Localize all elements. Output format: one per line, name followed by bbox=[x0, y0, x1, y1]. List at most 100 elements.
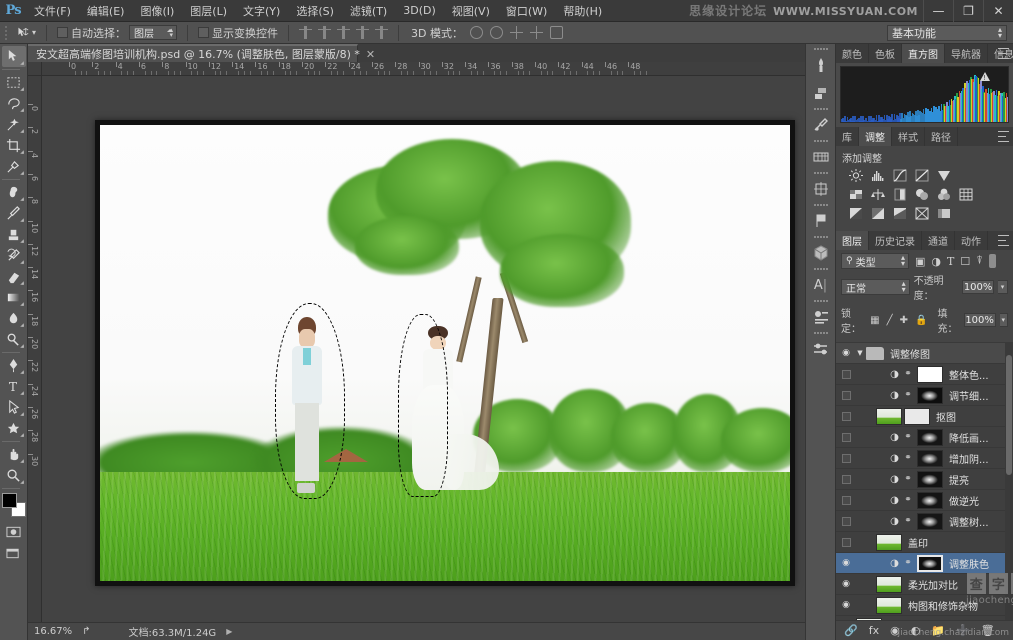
layer-row[interactable]: ◑ ⚭ 提亮 bbox=[836, 469, 1013, 490]
layer-row[interactable]: ◉ ▼ 调整修图 bbox=[836, 343, 1013, 364]
layer-visibility-checkbox[interactable] bbox=[841, 453, 851, 463]
rotate-3d-icon[interactable] bbox=[469, 26, 483, 39]
layer-style-icon[interactable]: fx bbox=[869, 624, 879, 637]
channel-mixer-icon[interactable] bbox=[935, 187, 952, 202]
layer-mask-thumbnail[interactable] bbox=[917, 512, 943, 530]
mask-link-icon[interactable]: ⚭ bbox=[901, 558, 915, 568]
layer-visibility-checkbox[interactable] bbox=[841, 432, 851, 442]
brush-tool[interactable] bbox=[2, 203, 26, 224]
tab-layers-2[interactable]: 通道 bbox=[922, 231, 955, 250]
color-lookup-icon[interactable] bbox=[957, 187, 974, 202]
tool-presets-icon[interactable] bbox=[808, 112, 834, 138]
layer-row[interactable]: ◉ 构图和修饰杂物 bbox=[836, 595, 1013, 616]
photo-filter-icon[interactable] bbox=[913, 187, 930, 202]
blend-mode-dropdown[interactable]: 正常 ▴ ▾ bbox=[841, 279, 910, 295]
history-brush-tool[interactable] bbox=[2, 245, 26, 266]
layer-name[interactable]: 构图和修饰杂物 bbox=[902, 598, 978, 613]
three-d-panel-icon[interactable] bbox=[808, 240, 834, 266]
mask-link-icon[interactable]: ⚭ bbox=[901, 474, 915, 484]
mask-link-icon[interactable]: ⚭ bbox=[901, 390, 915, 400]
layer-visibility-icon[interactable]: ◉ bbox=[838, 558, 854, 568]
align-horizontal-centers-icon[interactable] bbox=[318, 26, 332, 39]
histogram-graph[interactable] bbox=[840, 66, 1009, 123]
layer-visibility-checkbox[interactable] bbox=[841, 390, 851, 400]
layer-visibility-toggle[interactable] bbox=[838, 369, 854, 379]
vibrance-icon[interactable] bbox=[935, 168, 952, 183]
quick-selection-tool[interactable] bbox=[2, 114, 26, 135]
menu-item-8[interactable]: 视图(V) bbox=[444, 0, 498, 22]
lasso-tool[interactable] bbox=[2, 93, 26, 114]
align-vertical-centers-icon[interactable] bbox=[375, 26, 389, 39]
mask-link-icon[interactable]: ⚭ bbox=[901, 369, 915, 379]
layer-thumbnail[interactable] bbox=[876, 596, 902, 614]
lock-image-icon[interactable]: ╱ bbox=[887, 315, 893, 326]
layer-thumbnail[interactable] bbox=[876, 575, 902, 593]
color-balance-icon[interactable] bbox=[869, 187, 886, 202]
layer-visibility-checkbox[interactable] bbox=[841, 495, 851, 505]
close-button[interactable]: ✕ bbox=[983, 0, 1013, 22]
group-expand-icon[interactable]: ▼ bbox=[854, 349, 866, 357]
filter-enable-toggle[interactable] bbox=[988, 254, 996, 268]
opacity-value[interactable]: 100% bbox=[962, 280, 995, 294]
pen-tool[interactable] bbox=[2, 355, 26, 376]
current-tool-indicator[interactable]: ▾ bbox=[10, 26, 42, 39]
measurement-icon[interactable] bbox=[808, 176, 834, 202]
link-layers-icon[interactable]: 🔗 bbox=[844, 624, 858, 637]
zoom-tool[interactable] bbox=[2, 465, 26, 486]
layer-name[interactable]: 提亮 bbox=[943, 472, 969, 487]
adjustment-layer-thumb[interactable]: ◑ bbox=[888, 516, 901, 527]
dodge-tool[interactable] bbox=[2, 329, 26, 350]
blur-tool[interactable] bbox=[2, 308, 26, 329]
share-icon[interactable]: ↱ bbox=[82, 626, 90, 637]
layer-name[interactable]: 增加阴... bbox=[943, 451, 989, 466]
screen-mode-icon[interactable] bbox=[2, 542, 26, 563]
layer-filter-dropdown[interactable]: ⚲ 类型 ▴ ▾ bbox=[841, 253, 909, 269]
tab-adjustments-1[interactable]: 调整 bbox=[859, 127, 892, 146]
layer-name[interactable]: 调整肤色 bbox=[943, 556, 989, 571]
menu-item-7[interactable]: 3D(D) bbox=[395, 1, 444, 20]
scale-3d-icon[interactable] bbox=[549, 26, 563, 39]
brightness-contrast-icon[interactable] bbox=[847, 168, 864, 183]
layer-visibility-toggle[interactable] bbox=[838, 432, 854, 442]
fill-stepper-icon[interactable]: ▾ bbox=[999, 313, 1008, 327]
hue-saturation-icon[interactable] bbox=[847, 187, 864, 202]
layer-name[interactable]: 降低画... bbox=[943, 430, 989, 445]
auto-select-control[interactable]: 自动选择： 图层 ▴ ▾ bbox=[51, 25, 183, 41]
layer-name[interactable]: 调整树... bbox=[943, 514, 989, 529]
layer-row[interactable]: ◉ 柔光加对比 bbox=[836, 574, 1013, 595]
marquee-tool[interactable] bbox=[2, 72, 26, 93]
properties-panel-icon[interactable] bbox=[808, 304, 834, 330]
layer-mask-thumbnail[interactable] bbox=[917, 554, 943, 572]
mask-link-icon[interactable]: ⚭ bbox=[901, 495, 915, 505]
curves-icon[interactable] bbox=[891, 168, 908, 183]
layer-row[interactable]: ◑ ⚭ 调节细... bbox=[836, 385, 1013, 406]
character-panel-icon[interactable]: A | bbox=[808, 272, 834, 298]
hand-tool[interactable] bbox=[2, 444, 26, 465]
layer-thumbnail[interactable] bbox=[856, 617, 882, 620]
clone-source-icon[interactable] bbox=[808, 80, 834, 106]
layer-visibility-toggle[interactable] bbox=[838, 474, 854, 484]
layer-visibility-toggle[interactable] bbox=[838, 516, 854, 526]
menu-item-9[interactable]: 窗口(W) bbox=[498, 0, 555, 22]
opacity-stepper-icon[interactable]: ▾ bbox=[998, 280, 1008, 294]
menu-item-0[interactable]: 文件(F) bbox=[26, 0, 79, 22]
layer-visibility-icon[interactable]: ◉ bbox=[838, 348, 854, 358]
crop-tool[interactable] bbox=[2, 135, 26, 156]
minimize-button[interactable]: — bbox=[923, 0, 953, 22]
document-tab-close-icon[interactable]: ✕ bbox=[366, 48, 375, 61]
maximize-button[interactable]: ❐ bbox=[953, 0, 983, 22]
adjustment-layer-thumb[interactable]: ◑ bbox=[888, 432, 901, 443]
adjustment-layer-thumb[interactable]: ◑ bbox=[888, 390, 901, 401]
layer-visibility-toggle[interactable] bbox=[838, 453, 854, 463]
mask-link-icon[interactable]: ⚭ bbox=[901, 432, 915, 442]
layer-visibility-checkbox[interactable] bbox=[841, 411, 851, 421]
slide-3d-icon[interactable] bbox=[529, 26, 543, 39]
layer-name[interactable]: 调整修图 bbox=[884, 346, 930, 361]
adjustment-layer-thumb[interactable]: ◑ bbox=[888, 369, 901, 380]
layer-mask-thumbnail[interactable] bbox=[917, 428, 943, 446]
layer-mask-thumbnail[interactable] bbox=[904, 407, 930, 425]
layer-mask-thumbnail[interactable] bbox=[917, 491, 943, 509]
clone-stamp-tool[interactable] bbox=[2, 224, 26, 245]
layer-thumbnail[interactable] bbox=[876, 533, 902, 551]
black-white-icon[interactable] bbox=[891, 187, 908, 202]
